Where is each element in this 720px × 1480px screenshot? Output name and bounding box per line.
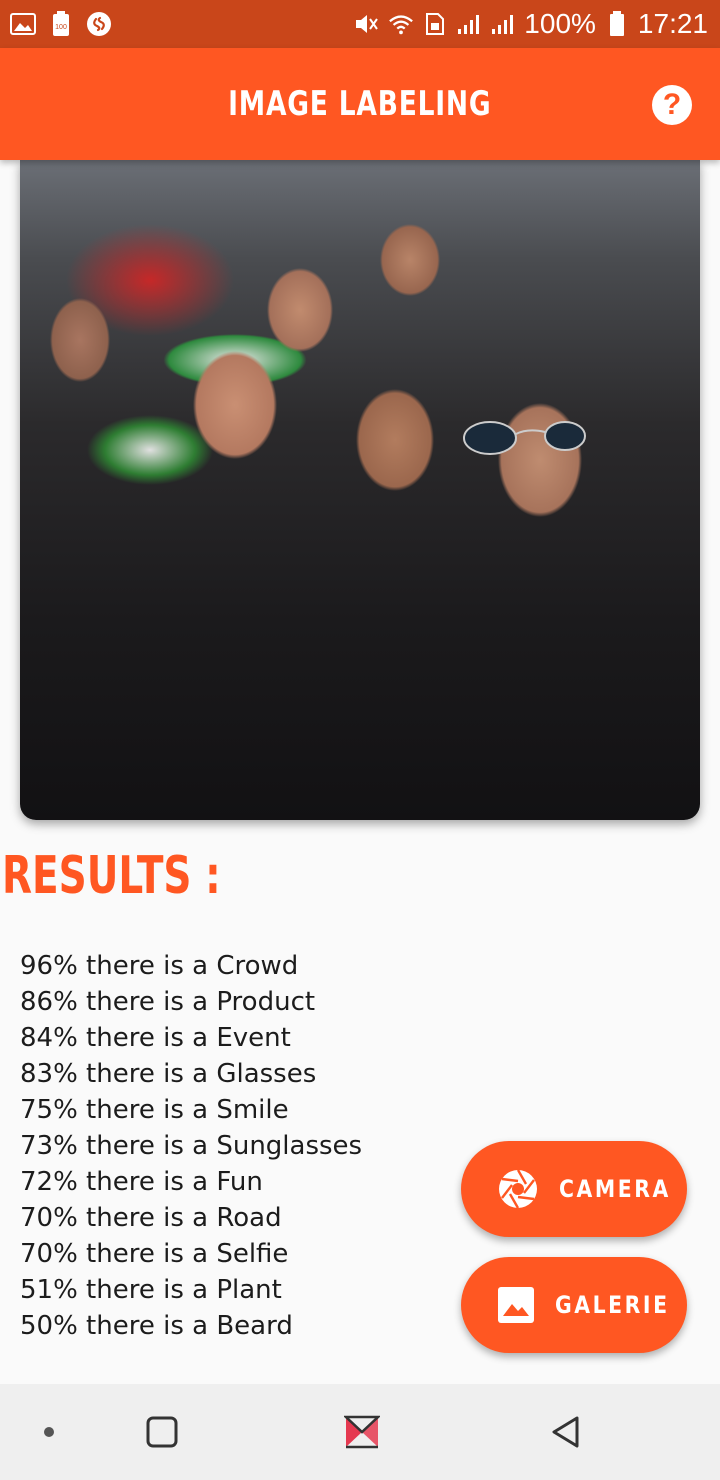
battery-saver-icon: 100 xyxy=(48,11,74,36)
gallery-button-label: GALERIE xyxy=(555,1291,670,1319)
wifi-icon xyxy=(388,12,414,36)
back-icon[interactable] xyxy=(547,1414,583,1450)
battery-percent: 100% xyxy=(524,8,596,39)
status-bar-right: 100% 17:21 xyxy=(354,8,708,40)
gallery-button[interactable]: GALERIE xyxy=(461,1257,687,1353)
analyzed-photo xyxy=(20,160,700,820)
help-button[interactable]: ? xyxy=(652,85,692,125)
signal-icon xyxy=(490,12,516,36)
home-icon[interactable] xyxy=(344,1414,380,1450)
shazam-icon xyxy=(86,12,112,36)
battery-icon xyxy=(604,11,630,36)
camera-button[interactable]: CAMERA xyxy=(461,1141,687,1237)
help-icon: ? xyxy=(662,88,682,121)
results-list: 96% there is a Crowd 86% there is a Prod… xyxy=(20,948,362,1344)
result-item: 50% there is a Beard xyxy=(20,1311,293,1341)
battery-saver-badge: 100 xyxy=(55,24,67,31)
sunglasses-shape xyxy=(463,421,586,455)
status-bar: 100 100% 17:21 xyxy=(0,0,720,48)
nav-dot-icon[interactable] xyxy=(31,1414,67,1450)
gallery-icon xyxy=(10,12,36,36)
result-item: 72% there is a Fun xyxy=(20,1167,263,1197)
result-item: 96% there is a Crowd xyxy=(20,951,299,981)
result-item: 51% there is a Plant xyxy=(20,1275,282,1305)
clock: 17:21 xyxy=(637,8,708,39)
signal-icon xyxy=(456,12,482,36)
status-bar-left: 100 xyxy=(10,11,112,36)
app-title: IMAGE LABELING xyxy=(228,84,492,124)
app-bar: IMAGE LABELING ? xyxy=(0,48,720,160)
result-item: 84% there is a Event xyxy=(20,1023,291,1053)
result-item: 70% there is a Selfie xyxy=(20,1239,289,1269)
system-nav-bar xyxy=(0,1384,720,1480)
results-heading: RESULTS : xyxy=(2,846,221,906)
sim-icon xyxy=(422,12,448,36)
result-item: 70% there is a Road xyxy=(20,1203,282,1233)
recents-icon[interactable] xyxy=(144,1414,180,1450)
result-item: 86% there is a Product xyxy=(20,987,316,1017)
result-item: 75% there is a Smile xyxy=(20,1095,289,1125)
result-item: 73% there is a Sunglasses xyxy=(20,1131,363,1161)
camera-aperture-icon xyxy=(497,1168,539,1210)
camera-button-label: CAMERA xyxy=(559,1175,671,1203)
result-item: 83% there is a Glasses xyxy=(20,1059,317,1089)
image-icon xyxy=(497,1284,535,1326)
mute-icon xyxy=(354,12,380,36)
